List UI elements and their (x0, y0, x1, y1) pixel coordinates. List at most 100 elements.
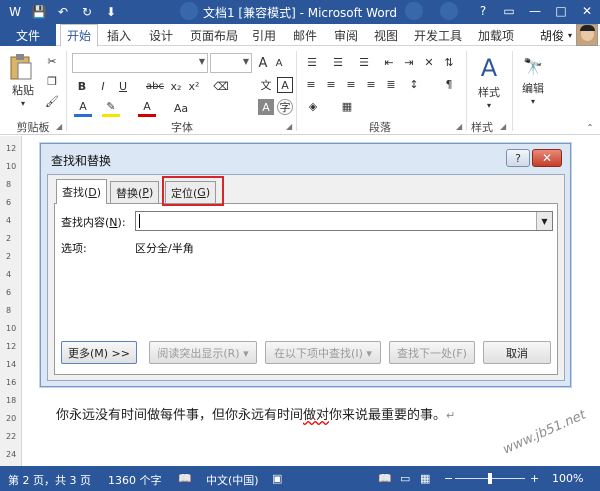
cancel-button[interactable]: 取消 (483, 341, 551, 364)
zoom-out-button[interactable]: − (444, 472, 453, 485)
find-in-button[interactable]: 在以下项中查找(I) ▾ (265, 341, 381, 364)
sort-icon[interactable]: ⇅ (440, 53, 458, 71)
borders-icon[interactable]: ▦ (336, 97, 358, 115)
copy-icon[interactable]: ❐ (44, 73, 60, 89)
macro-record-icon[interactable]: ▣ (272, 472, 282, 485)
format-painter-icon[interactable]: 🖌 (44, 93, 60, 109)
find-next-button[interactable]: 查找下一处(F) (389, 341, 475, 364)
find-what-text: 查找内容( (61, 216, 110, 229)
zoom-level[interactable]: 100% (552, 472, 583, 485)
help-icon[interactable]: ? (470, 0, 496, 22)
dialog-launcher-icon[interactable]: ◢ (456, 122, 462, 131)
highlight-icon[interactable]: ✎ (102, 99, 120, 117)
bullets-icon[interactable]: ☰ (302, 53, 322, 71)
ruler-tick: 14 (6, 360, 17, 369)
chevron-down-icon[interactable]: ▾ (470, 99, 508, 111)
tab-view[interactable]: 视图 (374, 24, 398, 46)
tab-developer[interactable]: 开发工具 (414, 24, 462, 46)
styles-icon[interactable]: A (474, 53, 504, 83)
styles-label[interactable]: 样式 (470, 85, 508, 99)
enclose-character-icon[interactable]: 字 (277, 99, 293, 115)
print-layout-icon[interactable]: ▭ (400, 472, 410, 485)
paste-label[interactable]: 粘贴 (8, 83, 38, 97)
show-marks-icon[interactable]: ¶ (440, 75, 458, 93)
tab-references[interactable]: 引用 (252, 24, 276, 46)
phonetic-guide-icon[interactable]: 文 (258, 77, 274, 93)
distributed-icon[interactable]: ≣ (382, 75, 400, 93)
numbering-icon[interactable]: ☰ (328, 53, 348, 71)
shading-icon[interactable]: ◈ (302, 97, 324, 115)
align-left-icon[interactable]: ≡ (302, 75, 320, 93)
align-right-icon[interactable]: ≡ (342, 75, 360, 93)
change-case-icon[interactable]: Aa (172, 99, 190, 117)
dialog-launcher-icon[interactable]: ◢ (56, 122, 62, 131)
ribbon: 粘贴 ▾ ✂ ❐ 🖌 剪贴板 ◢ ▼ ▼ A A B I U abc x₂ x²… (0, 47, 600, 135)
tab-insert[interactable]: 插入 (107, 24, 131, 46)
edit-label[interactable]: 编辑 (518, 81, 548, 95)
close-window-icon[interactable]: ✕ (574, 0, 600, 22)
maximize-icon[interactable]: □ (548, 0, 574, 22)
tab-review[interactable]: 审阅 (334, 24, 358, 46)
font-color-icon[interactable]: A (138, 99, 156, 117)
tab-home[interactable]: 开始 (60, 24, 99, 47)
dialog-help-button[interactable]: ? (506, 149, 530, 167)
document-paragraph[interactable]: 你永远没有时间做每件事，但你永远有时间做对你来说最重要的事。↵ (56, 404, 455, 423)
character-shading-icon[interactable]: A (258, 99, 274, 115)
reading-highlight-button[interactable]: 阅读突出显示(R) ▾ (149, 341, 257, 364)
tab-find[interactable]: 查找(D) (56, 179, 108, 204)
dialog-launcher-icon[interactable]: ◢ (500, 122, 506, 131)
tab-page-layout[interactable]: 页面布局 (190, 24, 238, 46)
justify-icon[interactable]: ≡ (362, 75, 380, 93)
chevron-down-icon[interactable]: ▾ (518, 95, 548, 107)
more-button[interactable]: 更多(M) >> (61, 341, 137, 364)
tab-mailings[interactable]: 邮件 (293, 24, 317, 46)
underline-button[interactable]: U (115, 77, 131, 95)
tab-file[interactable]: 文件 (0, 24, 56, 46)
proofing-icon[interactable]: 📖 (178, 472, 192, 485)
superscript-button[interactable]: x² (186, 77, 202, 95)
chevron-down-icon[interactable]: ▾ (8, 97, 38, 109)
cut-icon[interactable]: ✂ (44, 53, 60, 69)
collapse-ribbon-icon[interactable]: ⌃ (584, 121, 596, 133)
line-spacing-icon[interactable]: ↕ (404, 75, 424, 93)
tab-replace[interactable]: 替换(P) (110, 181, 160, 203)
dialog-close-button[interactable]: ✕ (532, 149, 562, 167)
align-center-icon[interactable]: ≡ (322, 75, 340, 93)
strikethrough-button[interactable]: abc (144, 77, 166, 95)
page-indicator[interactable]: 第 2 页，共 3 页 (8, 472, 91, 488)
font-size-combo[interactable]: ▼ (210, 53, 252, 73)
bold-button[interactable]: B (74, 77, 90, 95)
minimize-icon[interactable]: — (522, 0, 548, 22)
ribbon-display-icon[interactable]: ▭ (496, 0, 522, 22)
spelling-error-text[interactable]: 做对 (303, 408, 329, 423)
grow-font-icon[interactable]: A (255, 53, 271, 73)
asian-layout-icon[interactable]: ✕ (420, 53, 438, 71)
language-indicator[interactable]: 中文(中国) (206, 472, 259, 488)
chevron-down-icon[interactable]: ▼ (536, 212, 552, 230)
decrease-indent-icon[interactable]: ⇤ (380, 53, 398, 71)
zoom-in-button[interactable]: + (530, 472, 539, 485)
tab-replace-label: 替换( (116, 186, 143, 200)
shrink-font-icon[interactable]: A (271, 53, 287, 73)
paste-icon[interactable] (6, 53, 36, 83)
clear-format-icon[interactable]: ⌫ (212, 77, 230, 95)
find-what-input[interactable]: ▼ (135, 211, 553, 231)
group-separator (512, 51, 513, 131)
tab-design[interactable]: 设计 (149, 24, 173, 46)
status-bar: 第 2 页，共 3 页 1360 个字 📖 中文(中国) ▣ 📖 ▭ ▦ − +… (0, 466, 600, 491)
tab-addins[interactable]: 加载项 (478, 24, 514, 46)
character-border-icon[interactable]: A (277, 77, 293, 93)
increase-indent-icon[interactable]: ⇥ (400, 53, 418, 71)
user-account[interactable]: 胡俊 ▾ (540, 24, 598, 46)
multilevel-list-icon[interactable]: ☰ (354, 53, 374, 71)
read-mode-icon[interactable]: 📖 (378, 472, 392, 485)
font-name-combo[interactable]: ▼ (72, 53, 208, 73)
word-count[interactable]: 1360 个字 (108, 472, 162, 488)
zoom-slider-handle[interactable] (488, 473, 492, 484)
dialog-launcher-icon[interactable]: ◢ (286, 122, 292, 131)
subscript-button[interactable]: x₂ (168, 77, 184, 95)
italic-button[interactable]: I (95, 77, 111, 95)
binoculars-icon[interactable]: 🔭 (520, 53, 546, 79)
text-effects-icon[interactable]: A (74, 99, 92, 117)
web-layout-icon[interactable]: ▦ (420, 472, 430, 485)
